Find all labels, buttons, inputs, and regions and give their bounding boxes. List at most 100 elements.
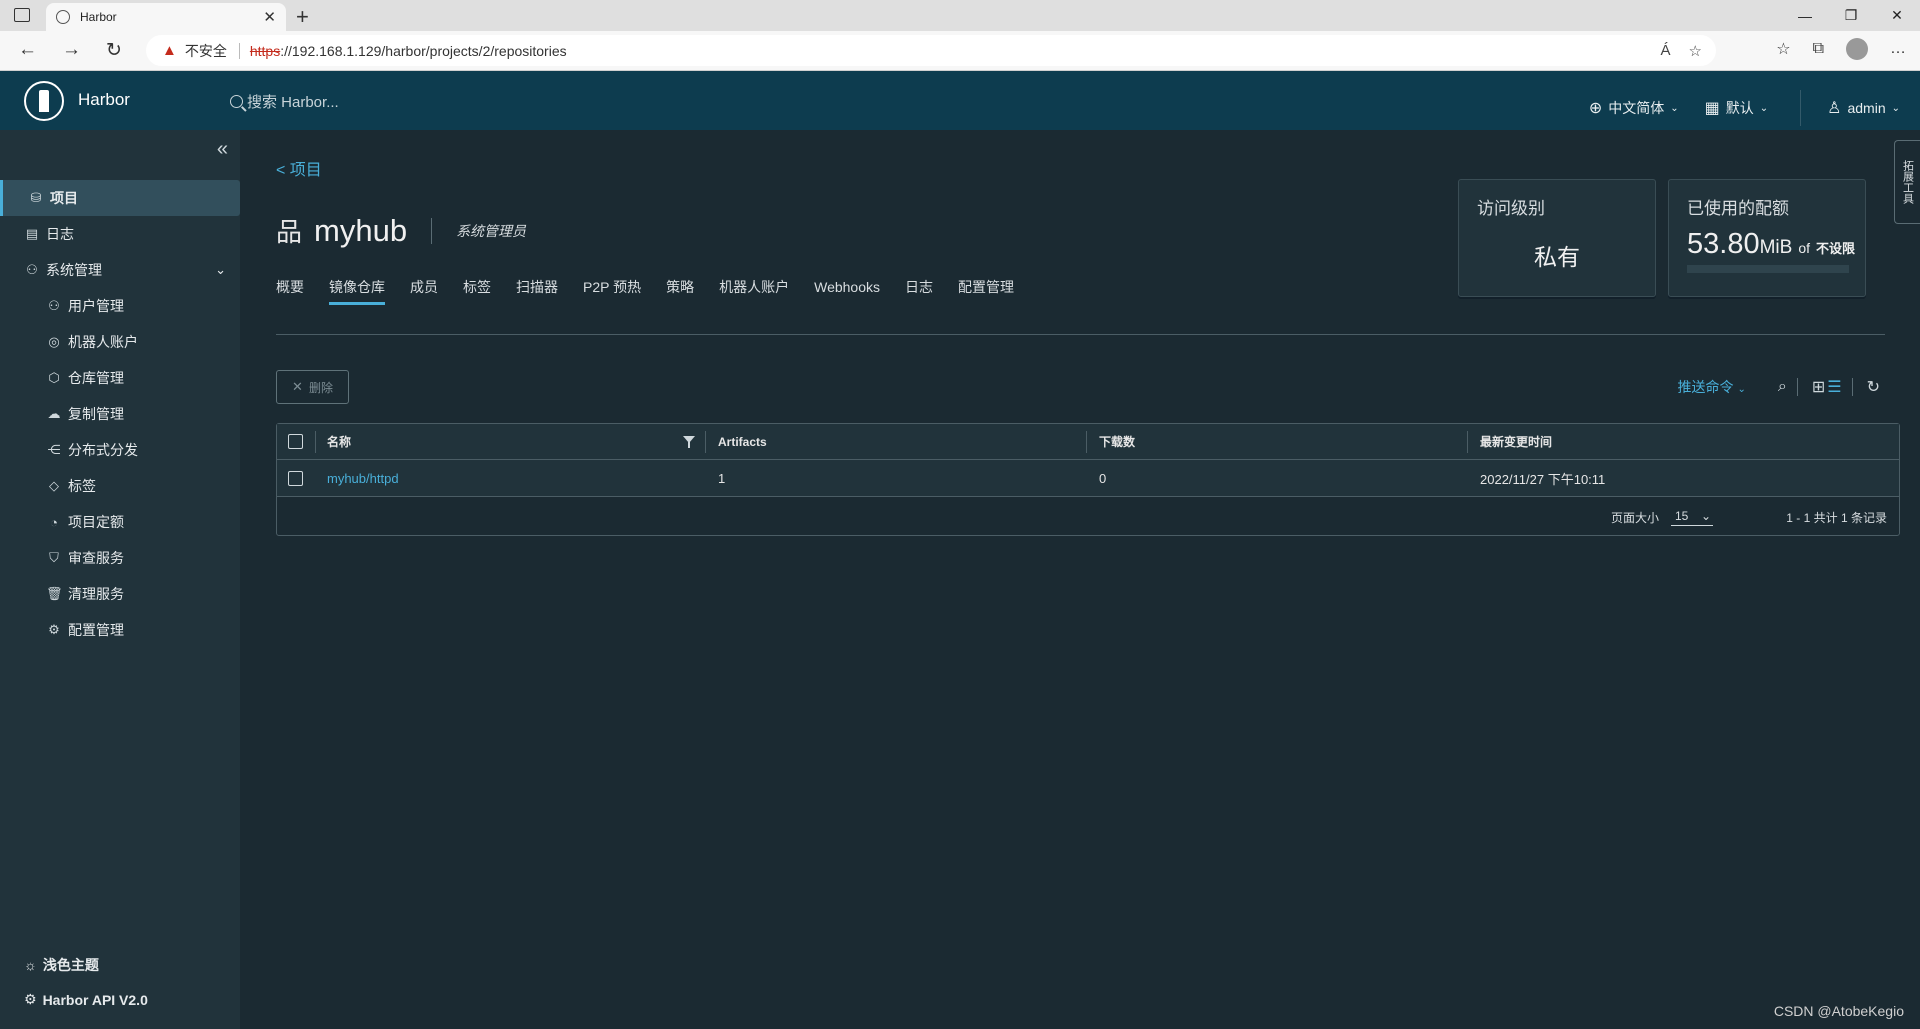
tab-p2p-preheat[interactable]: P2P 预热 [583, 270, 641, 304]
add-favorite-icon[interactable]: ☆ [1689, 42, 1702, 60]
collections-icon[interactable]: ⧉ [1813, 40, 1824, 58]
sidebar-item-interrogation-services[interactable]: ⛉ 审查服务 [0, 540, 240, 576]
column-divider[interactable] [705, 431, 706, 453]
window-controls: — ❐ ✕ [1782, 0, 1920, 31]
tab-members[interactable]: 成员 [410, 270, 438, 304]
warning-icon[interactable]: ▲ [162, 42, 177, 59]
column-header-artifacts[interactable]: Artifacts [718, 424, 767, 459]
favorites-icon[interactable]: ☆ [1776, 39, 1790, 59]
user-menu[interactable]: ♙ admin ⌄ [1827, 98, 1900, 118]
push-command-dropdown[interactable]: 推送命令 ⌄ [1677, 377, 1745, 397]
tab-robot-accounts[interactable]: 机器人账户 [719, 270, 789, 304]
user-icon: ♙ [1827, 100, 1842, 117]
sidebar-item-label: 项目定额 [68, 514, 124, 530]
brand-name[interactable]: Harbor [78, 90, 130, 110]
tab-scanner[interactable]: 扫描器 [516, 270, 558, 304]
light-theme-toggle[interactable]: ☼ 浅色主题 [24, 955, 99, 975]
tab-repositories[interactable]: 镜像仓库 [329, 270, 385, 305]
quota-of: of [1798, 240, 1810, 256]
datetime-format-selector[interactable]: ▦ 默认 ⌄ [1705, 98, 1769, 118]
column-divider[interactable] [1086, 431, 1087, 453]
delete-label: 删除 [308, 380, 333, 395]
table-footer: 页面大小 15 ⌄ 1 - 1 共计 1 条记录 [277, 498, 1899, 536]
filter-icon[interactable] [683, 436, 695, 448]
select-all-cell [288, 424, 303, 459]
refresh-icon[interactable]: ↻ [1867, 377, 1880, 397]
sidebar-item-replications[interactable]: ☁ 复制管理 [0, 396, 240, 432]
restore-button[interactable]: ❐ [1828, 0, 1874, 31]
row-checkbox[interactable] [288, 470, 303, 486]
insecure-label[interactable]: 不安全 [185, 41, 227, 61]
back-button[interactable]: ← [18, 39, 37, 61]
sidebar-item-administration[interactable]: ⚇ 系统管理 ⌄ [0, 252, 240, 288]
repository-name-link[interactable]: myhub/httpd [327, 460, 399, 496]
back-to-projects-link[interactable]: < 项目 [276, 156, 322, 180]
tab-summary[interactable]: 概要 [276, 270, 304, 304]
page-size-label: 页面大小 [1610, 511, 1659, 525]
search-input[interactable]: 搜索 Harbor... [247, 91, 339, 112]
sidebar-item-configuration[interactable]: ⚙ 配置管理 [0, 612, 240, 648]
sidebar-item-logs[interactable]: ▤ 日志 [0, 216, 240, 252]
sidebar-item-label: 机器人账户 [68, 334, 138, 350]
tab-logs[interactable]: 日志 [905, 270, 933, 304]
browser-sidebar-icon[interactable] [14, 8, 30, 22]
profile-avatar[interactable] [1846, 38, 1868, 60]
sidebar-item-label: 分布式分发 [68, 442, 138, 458]
sidebar-item-registries[interactable]: ⬡ 仓库管理 [0, 360, 240, 396]
sidebar-item-clean-up[interactable]: 🗑 清理服务 [0, 576, 240, 612]
sidebar-item-project-quotas[interactable]: ◔ 项目定额 [0, 504, 240, 540]
page-size-value: 15 [1675, 509, 1689, 523]
url-bar[interactable]: ▲ 不安全 https ://192.168.1.129/harbor/proj… [146, 35, 1716, 66]
sidebar-item-projects[interactable]: ⛁ 项目 [0, 180, 240, 216]
tab-policy[interactable]: 策略 [666, 270, 694, 304]
new-tab-button[interactable]: + [296, 4, 309, 30]
sidebar-item-label: 日志 [46, 226, 74, 242]
card-view-icon[interactable]: ⊞ [1812, 377, 1825, 397]
harbor-api-link[interactable]: ⚙ Harbor API V2.0 [24, 991, 148, 1008]
column-divider[interactable] [1467, 431, 1468, 453]
global-search[interactable]: 搜索 Harbor... [230, 91, 339, 112]
browser-tab[interactable]: Harbor ✕ [46, 3, 286, 31]
select-all-checkbox[interactable] [288, 434, 303, 449]
access-level-title: 访问级别 [1477, 199, 1545, 218]
read-aloud-icon[interactable]: Á [1661, 42, 1671, 60]
sidebar-item-label: 清理服务 [68, 586, 124, 602]
column-header-updated[interactable]: 最新变更时间 [1480, 424, 1552, 459]
chevron-down-icon[interactable]: ⌄ [215, 262, 226, 278]
search-icon[interactable]: ⌕ [1778, 378, 1787, 396]
registry-icon: ⬡ [48, 370, 60, 385]
close-tab-icon[interactable]: ✕ [263, 8, 276, 26]
page-size-control: 页面大小 15 ⌄ [1611, 509, 1713, 526]
reload-button[interactable]: ↻ [106, 39, 122, 62]
tab-labels[interactable]: 标签 [463, 270, 491, 304]
column-header-pulls[interactable]: 下载数 [1099, 424, 1135, 459]
delete-button[interactable]: ✕ 删除 [276, 370, 349, 404]
list-view-icon[interactable]: ☰ [1827, 377, 1841, 397]
page-size-select[interactable]: 15 ⌄ [1671, 509, 1713, 526]
harbor-logo-icon[interactable] [24, 81, 64, 121]
chevron-down-icon: ⌄ [1670, 102, 1679, 114]
watermark: CSDN @AtobeKegio [1773, 1003, 1904, 1019]
collapse-sidebar-icon[interactable]: « [217, 138, 228, 161]
sidebar-item-robot-accounts[interactable]: ◎ 机器人账户 [0, 324, 240, 360]
chevron-down-icon: ⌄ [1737, 384, 1746, 395]
sidebar-item-labels[interactable]: ◇ 标签 [0, 468, 240, 504]
tab-configuration[interactable]: 配置管理 [958, 270, 1014, 304]
update-time: 2022/11/27 下午10:11 [1480, 471, 1606, 487]
extension-side-tab[interactable]: 拓展工具 [1894, 140, 1920, 224]
sidebar-item-users[interactable]: ⚇ 用户管理 [0, 288, 240, 324]
tab-webhooks[interactable]: Webhooks [814, 270, 880, 304]
more-icon[interactable]: … [1890, 40, 1906, 58]
close-window-button[interactable]: ✕ [1874, 0, 1920, 31]
column-header-name[interactable]: 名称 [327, 424, 351, 459]
browser-addressbar: ← → ↻ ▲ 不安全 https ://192.168.1.129/harbo… [0, 31, 1920, 71]
harbor-favicon-icon [56, 10, 70, 24]
minimize-button[interactable]: — [1782, 0, 1828, 31]
language-selector[interactable]: ⊕ 中文简体 ⌄ [1589, 98, 1679, 118]
url-scheme: https [249, 42, 281, 59]
main-content: < 项目 品 myhub 系统管理员 访问级别 私有 已使用的配额 53.80 … [240, 130, 1920, 1029]
url-actions: Á ☆ [1661, 42, 1716, 60]
sidebar-item-distributions[interactable]: ⋲ 分布式分发 [0, 432, 240, 468]
forward-button[interactable]: → [62, 39, 81, 61]
table-row[interactable]: myhub/httpd 1 0 2022/11/27 下午10:11 [277, 460, 1899, 497]
